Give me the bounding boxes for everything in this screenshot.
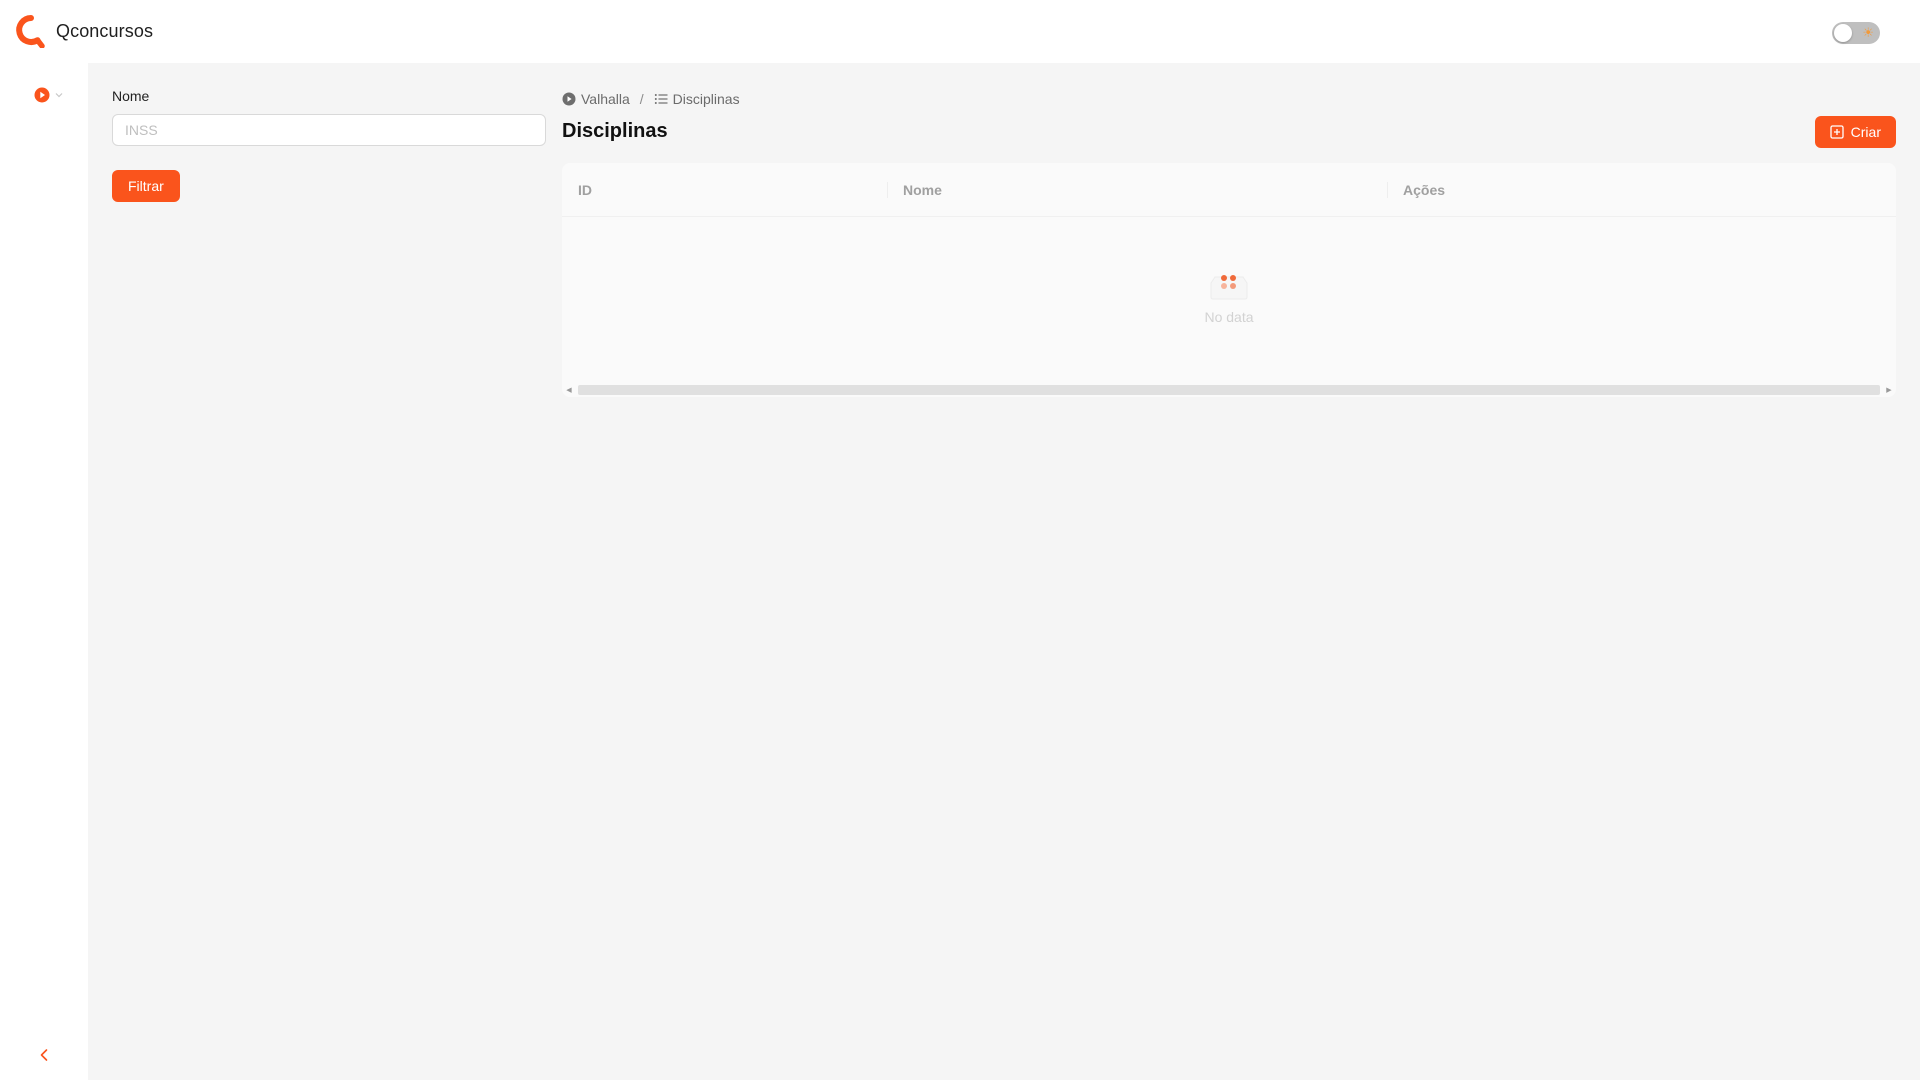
plus-square-icon [1830,125,1844,139]
play-circle-icon [562,92,576,106]
app-name: Qconcursos [56,20,154,41]
theme-toggle[interactable]: ☀ [1832,22,1880,44]
table-header: ID Nome Ações [562,163,1896,217]
qconcursos-logo-icon [16,15,45,48]
column-header-acoes: Ações [1387,163,1896,217]
empty-inbox-icon [1210,275,1248,300]
scroll-thumb[interactable] [578,385,1880,395]
empty-text: No data [1204,309,1254,325]
horizontal-scrollbar[interactable]: ◀ ▶ [562,383,1896,397]
filter-button[interactable]: Filtrar [112,170,180,202]
breadcrumb: Valhalla / Disciplinas [562,88,1896,110]
name-filter-input[interactable] [112,114,546,146]
create-button-label: Criar [1850,124,1881,140]
app-header: Qconcursos ☀ [0,0,1920,63]
column-header-id: ID [578,181,592,198]
sun-icon: ☀ [1862,25,1874,40]
title-row: Disciplinas Criar [562,114,1896,154]
main-content: Valhalla / Disciplinas Disciplinas Criar [562,88,1896,397]
filter-panel: Nome Filtrar [112,88,546,202]
scroll-right-arrow[interactable]: ▶ [1882,383,1896,397]
create-button[interactable]: Criar [1814,116,1896,148]
sidebar [0,63,88,1080]
sidebar-menu-item[interactable] [34,87,64,103]
toggle-knob [1834,24,1852,42]
table-empty-state: No data [562,217,1896,363]
column-header-nome: Nome [887,163,1387,217]
breadcrumb-label: Valhalla [581,91,630,107]
app-logo[interactable]: Qconcursos [14,14,153,48]
chevron-left-icon [40,1049,48,1061]
breadcrumb-label: Disciplinas [672,91,740,107]
breadcrumb-separator: / [639,91,644,107]
scroll-track[interactable] [576,383,1882,397]
scroll-left-arrow[interactable]: ◀ [562,383,576,397]
sidebar-collapse-button[interactable] [36,1047,52,1068]
list-icon [654,94,668,104]
page-title: Disciplinas [562,120,668,142]
name-filter-label: Nome [112,88,150,104]
disciplinas-table: ID Nome Ações No data ◀ ▶ [562,163,1896,397]
breadcrumb-item-valhalla[interactable]: Valhalla [562,91,630,107]
chevron-down-icon [55,93,63,98]
breadcrumb-item-disciplinas: Disciplinas [654,91,740,107]
play-circle-icon [34,87,50,103]
